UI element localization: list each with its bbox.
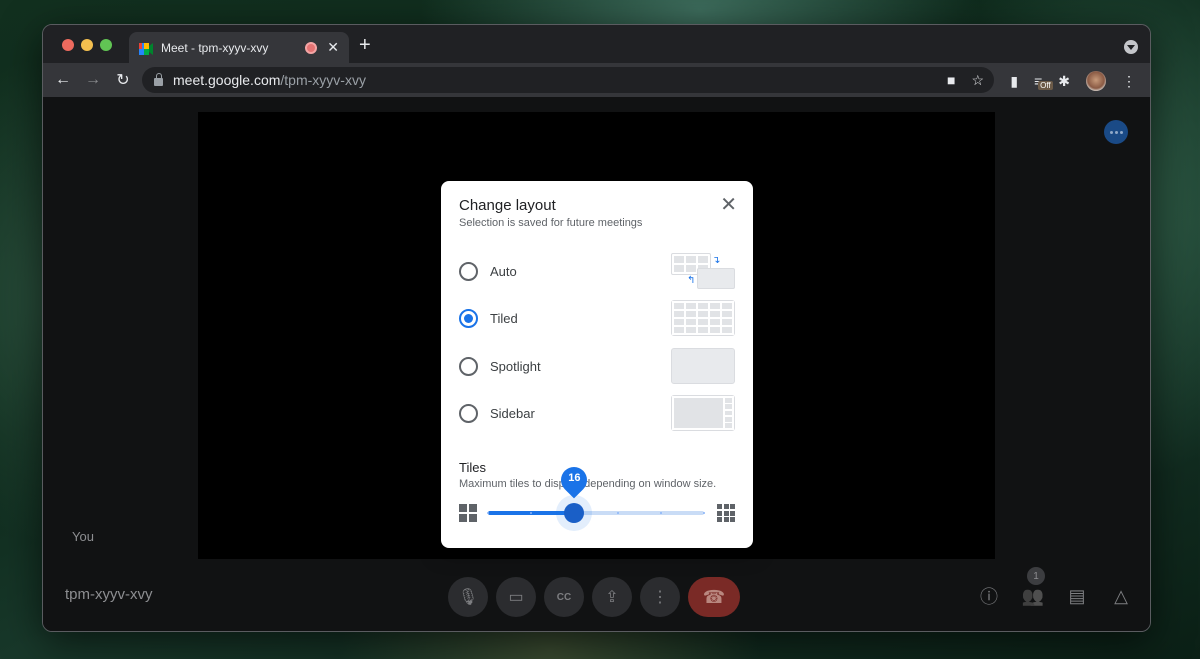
- close-window-button[interactable]: [62, 39, 74, 51]
- tab-search-button[interactable]: [1124, 40, 1138, 54]
- microphone-icon: 🎙: [457, 589, 479, 606]
- maximize-window-button[interactable]: [100, 39, 112, 51]
- dialog-subtitle: Selection is saved for future meetings: [459, 217, 643, 229]
- meeting-details-button[interactable]: ⓘ: [978, 585, 1000, 607]
- tiles-subtitle: Maximum tiles to display, depending on w…: [459, 478, 717, 490]
- slider-tick: [659, 512, 662, 514]
- captions-icon: CC: [556, 591, 572, 603]
- slider-tick: [616, 512, 619, 514]
- bookmark-star-icon[interactable]: ☆: [971, 72, 984, 89]
- more-options-button[interactable]: ⋮: [640, 577, 680, 617]
- back-button[interactable]: ←: [48, 71, 78, 89]
- participants-count-badge: 1: [1027, 567, 1045, 585]
- auto-layout-icon: ↴ ↰: [671, 253, 735, 289]
- extensions-puzzle-icon[interactable]: ✱: [1058, 73, 1070, 90]
- tiles-slider[interactable]: 16: [487, 461, 705, 531]
- layout-option-tiled[interactable]: Tiled: [459, 300, 735, 336]
- chat-icon: ▤: [1068, 585, 1086, 606]
- close-icon[interactable]: ✕: [720, 195, 737, 215]
- activities-button[interactable]: △: [1110, 585, 1132, 607]
- option-label: Sidebar: [490, 405, 535, 421]
- self-label: You: [72, 529, 94, 544]
- slider-tick: [487, 512, 489, 514]
- new-tab-button[interactable]: +: [359, 34, 371, 56]
- more-vert-icon: ⋮: [652, 589, 668, 606]
- minimize-window-button[interactable]: [81, 39, 93, 51]
- radio-auto[interactable]: [459, 261, 478, 281]
- option-label: Spotlight: [490, 358, 541, 374]
- option-label: Tiled: [490, 310, 518, 326]
- tiled-layout-icon: [671, 300, 735, 336]
- present-button[interactable]: ⇪: [592, 577, 632, 617]
- people-button[interactable]: 1 👥: [1021, 567, 1045, 607]
- meeting-code: tpm-xyyv-xvy: [65, 586, 153, 603]
- radio-spotlight[interactable]: [459, 356, 478, 376]
- layout-option-sidebar[interactable]: Sidebar: [459, 395, 735, 431]
- chat-button[interactable]: ▤: [1066, 585, 1088, 607]
- camera-button[interactable]: ▭: [496, 577, 536, 617]
- tab-title: Meet - tpm-xyyv-xvy: [161, 40, 269, 55]
- record-icon: [305, 41, 318, 54]
- more-options-icon[interactable]: [1104, 120, 1128, 144]
- camera-in-use-icon[interactable]: ■: [947, 72, 955, 89]
- tag-extension-icon[interactable]: ▮: [1010, 73, 1018, 90]
- mic-button[interactable]: 🎙: [448, 577, 488, 617]
- info-icon: ⓘ: [980, 587, 998, 607]
- spotlight-layout-icon: [671, 348, 735, 384]
- change-layout-dialog: Change layout Selection is saved for fut…: [441, 181, 753, 548]
- browser-menu-icon[interactable]: ⋮: [1122, 73, 1136, 90]
- address-bar[interactable]: meet.google.com/tpm-xyyv-xvy ■ ☆: [142, 67, 994, 93]
- radio-tiled[interactable]: [459, 308, 478, 328]
- dialog-title: Change layout: [459, 197, 556, 214]
- database-extension-icon[interactable]: ≡Off: [1034, 73, 1053, 90]
- radio-sidebar[interactable]: [459, 403, 478, 423]
- url-host: meet.google.com: [173, 72, 281, 88]
- call-controls: 🎙 ▭ CC ⇪ ⋮ ☎: [448, 577, 740, 617]
- people-icon: 👥: [1021, 585, 1045, 606]
- slider-tick: [703, 512, 705, 514]
- forward-button[interactable]: →: [78, 71, 108, 89]
- extension-off-badge: Off: [1038, 81, 1053, 90]
- side-controls: ⓘ 1 👥 ▤ △: [978, 567, 1132, 607]
- sidebar-layout-icon: [671, 395, 735, 431]
- reload-button[interactable]: ↻: [108, 70, 138, 90]
- lock-icon[interactable]: [154, 72, 163, 86]
- fewer-tiles-icon: [459, 504, 477, 522]
- tiles-title: Tiles: [459, 460, 486, 475]
- close-tab-icon[interactable]: ✕: [327, 39, 339, 56]
- layout-option-spotlight[interactable]: Spotlight: [459, 348, 735, 384]
- option-label: Auto: [490, 263, 517, 279]
- shapes-icon: △: [1114, 585, 1128, 606]
- captions-button[interactable]: CC: [544, 577, 584, 617]
- google-meet-icon: [139, 42, 153, 55]
- layout-option-auto[interactable]: Auto ↴ ↰: [459, 253, 735, 289]
- browser-tab[interactable]: Meet - tpm-xyyv-xvy ✕: [129, 32, 349, 63]
- more-tiles-icon: [717, 504, 735, 522]
- tab-bar: Meet - tpm-xyyv-xvy ✕ +: [43, 25, 1150, 63]
- leave-call-button[interactable]: ☎: [688, 577, 740, 617]
- profile-avatar[interactable]: [1086, 71, 1106, 91]
- present-screen-icon: ⇪: [605, 589, 619, 606]
- hang-up-icon: ☎: [702, 586, 726, 607]
- url-path: /tpm-xyyv-xvy: [280, 72, 366, 88]
- slider-value-label: 16: [568, 472, 581, 484]
- camera-icon: ▭: [508, 589, 524, 606]
- browser-toolbar: ← → ↻ meet.google.com/tpm-xyyv-xvy ■ ☆ ▮…: [43, 63, 1150, 97]
